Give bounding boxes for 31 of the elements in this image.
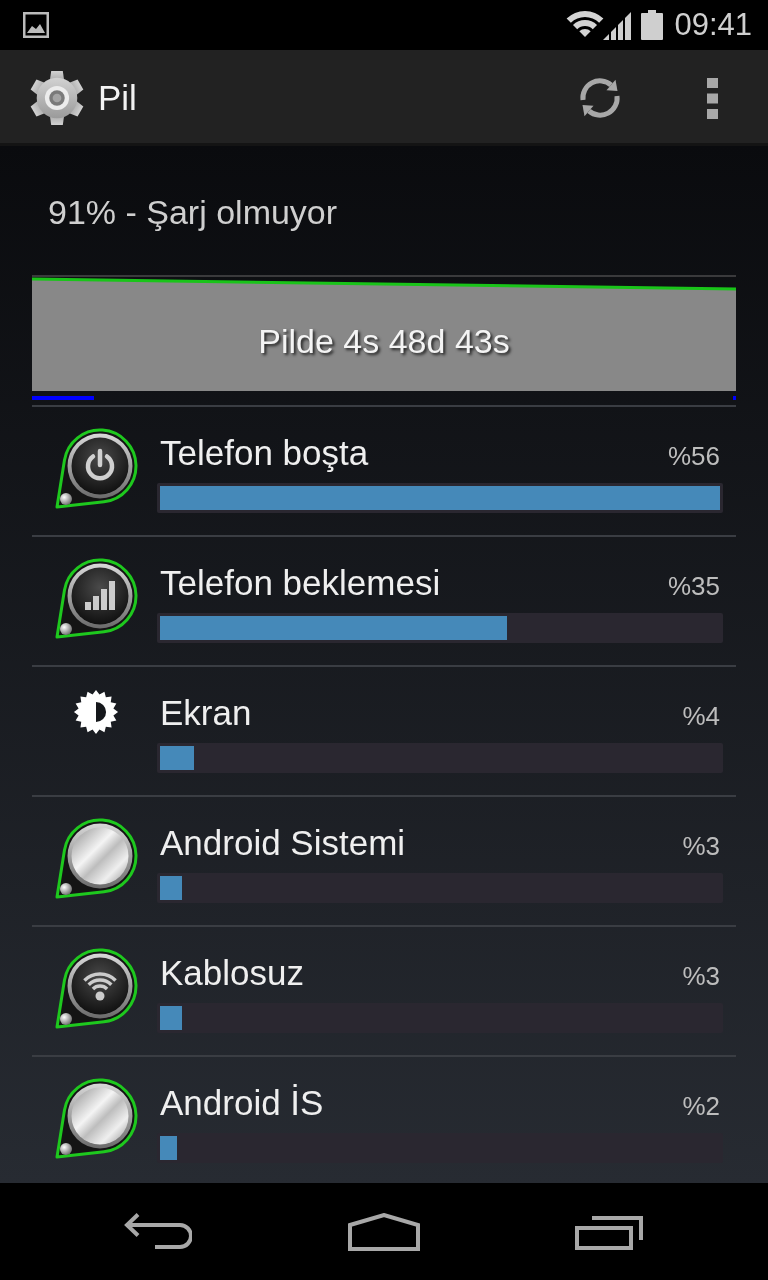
overflow-menu-icon [706,77,718,119]
usage-percent: %4 [682,700,720,733]
usage-name: Kablosuz [160,952,304,994]
brightness-icon [73,689,119,735]
cell-signal-icon [603,10,632,40]
usage-percent: %56 [667,440,720,473]
activity-bar [32,396,94,400]
activity-bar [733,396,736,400]
wifi-icon [54,948,138,1029]
settings-icon[interactable] [28,69,86,127]
usage-name: Android Sistemi [160,822,406,864]
picture-icon [23,12,49,38]
signal-bars-icon [54,558,138,639]
usage-name: Android İS [160,1082,324,1124]
clock-time: 09:41 [674,7,752,43]
power-icon [54,428,138,509]
recents-icon [575,1213,645,1250]
battery-icon [641,10,664,40]
usage-percent: %2 [682,1090,720,1123]
usage-percent: %35 [667,570,720,603]
usage-percent: %3 [682,830,720,863]
home-icon [348,1212,420,1251]
time-remaining-label: Pilde 4s 48d 43s [258,321,510,361]
back-icon [124,1213,192,1250]
usage-percent: %3 [682,960,720,993]
wifi-icon [566,10,605,38]
usage-name: Telefon boşta [160,432,369,474]
screen-title: Pil [98,77,137,119]
usage-name: Ekran [160,692,252,734]
battery-status: 91% - Şarj olmuyor [48,193,338,231]
usage-name: Telefon beklemesi [160,562,441,604]
